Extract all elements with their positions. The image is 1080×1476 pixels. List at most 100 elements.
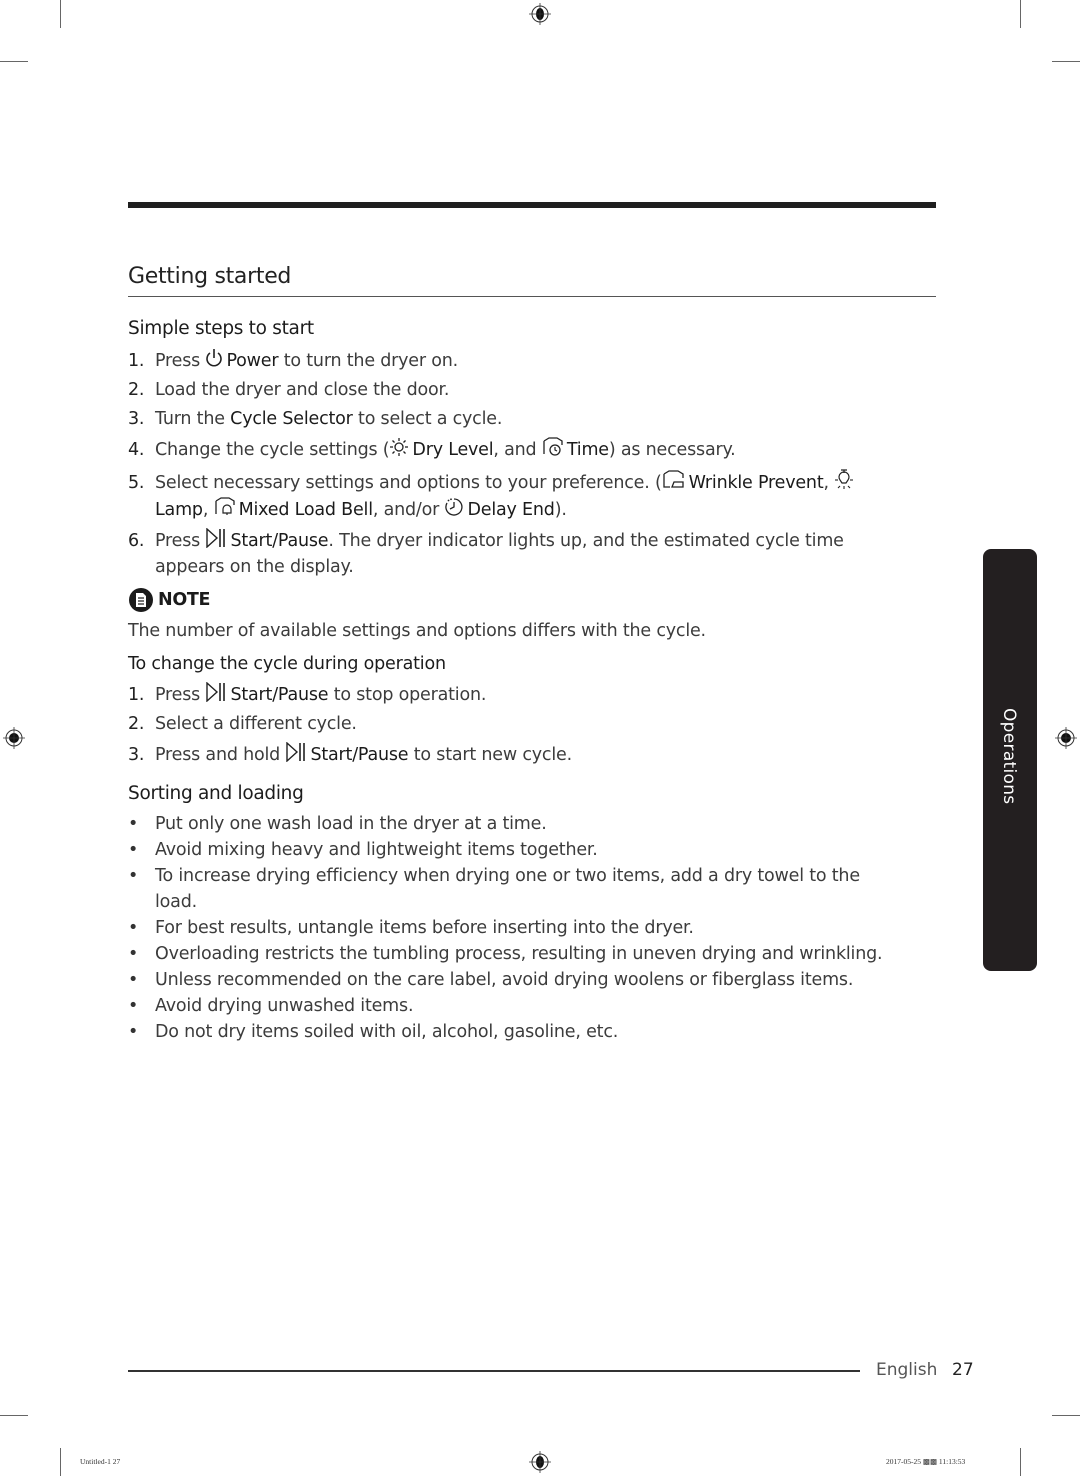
footer-language: English <box>876 1360 938 1380</box>
note-header: NOTE <box>128 587 211 613</box>
wrinkle-prevent-label: Wrinkle Prevent <box>688 473 824 493</box>
bullet-icon: • <box>128 918 139 938</box>
shirt-iron-icon <box>662 470 684 488</box>
step-text: . The dryer indicator lights up, and the… <box>328 531 844 551</box>
step-number: 2. <box>128 380 145 400</box>
sorting-bullet-continued: load. <box>155 892 197 912</box>
step-text: Select necessary settings and options to… <box>155 473 662 493</box>
step-text: Turn the <box>155 409 225 429</box>
bullet-icon: • <box>128 1022 139 1042</box>
sorting-bullet: • For best results, untangle items before… <box>128 915 694 941</box>
registration-mark-icon <box>1055 727 1077 749</box>
crop-mark <box>1052 1415 1080 1416</box>
step-text: Press and hold <box>155 745 281 765</box>
bullet-text: Do not dry items soiled with oil, alcoho… <box>155 1022 619 1042</box>
crop-mark <box>0 1415 28 1416</box>
step-3: 3. Turn the Cycle Selector to select a cy… <box>128 406 502 432</box>
bullet-text: Unless recommended on the care label, av… <box>155 970 854 990</box>
crop-mark <box>1020 1448 1021 1476</box>
crop-mark <box>60 0 61 28</box>
bullet-icon: • <box>128 814 139 834</box>
step-text: Select a different cycle. <box>155 714 357 734</box>
bullet-icon: • <box>128 970 139 990</box>
page-number: 27 <box>952 1360 974 1380</box>
note-label: NOTE <box>158 590 211 610</box>
step-text: , and <box>493 440 537 460</box>
power-label: Power <box>226 351 279 371</box>
footer-rule <box>128 1370 860 1372</box>
bullet-text: Avoid drying unwashed items. <box>155 996 414 1016</box>
sorting-bullet: • Overloading restricts the tumbling proc… <box>128 941 883 967</box>
title-divider <box>128 296 936 297</box>
time-label: Time <box>566 440 609 460</box>
sorting-heading: Sorting and loading <box>128 783 304 804</box>
start-pause-label: Start/Pause <box>230 531 329 551</box>
step-text: to turn the dryer on. <box>283 351 458 371</box>
step-text: to start new cycle. <box>413 745 572 765</box>
start-pause-label: Start/Pause <box>230 685 329 705</box>
lamp-icon <box>835 469 854 489</box>
dry-level-label: Dry Level <box>412 440 494 460</box>
bullet-text: Put only one wash load in the dryer at a… <box>155 814 547 834</box>
step-text: Load the dryer and close the door. <box>155 380 450 400</box>
step-number: 3. <box>128 745 145 765</box>
note-text: The number of available settings and opt… <box>128 621 706 641</box>
sorting-bullet: • Do not dry items soiled with oil, alcoh… <box>128 1019 618 1045</box>
lamp-label: Lamp <box>155 500 203 520</box>
note-icon <box>129 588 153 612</box>
separator: , <box>202 500 209 520</box>
side-tab-label: Operations <box>999 708 1019 805</box>
power-icon <box>206 349 223 367</box>
bullet-text: Avoid mixing heavy and lightweight items… <box>155 840 598 860</box>
step-number: 4. <box>128 440 145 460</box>
step-2: 2. Load the dryer and close the door. <box>128 377 449 403</box>
step-number: 5. <box>128 473 145 493</box>
registration-mark-icon <box>529 3 551 25</box>
step-text: , and/or <box>372 500 440 520</box>
step-number: 1. <box>128 685 145 705</box>
crop-mark <box>60 1448 61 1476</box>
separator: , <box>823 473 829 493</box>
step-text: ) as necessary. <box>608 440 736 460</box>
change-cycle-heading: To change the cycle during operation <box>128 654 446 674</box>
section-title: Getting started <box>128 264 292 289</box>
step-text: Change the cycle settings ( <box>155 440 390 460</box>
step-number: 1. <box>128 351 145 371</box>
step-number: 2. <box>128 714 145 734</box>
bullet-icon: • <box>128 866 139 886</box>
crop-mark <box>1020 0 1021 28</box>
bullet-icon: • <box>128 944 139 964</box>
step-5: 5. Select necessary settings and options … <box>128 468 857 496</box>
bullet-text: For best results, untangle items before … <box>155 918 694 938</box>
sorting-bullet: • To increase drying efficiency when dryi… <box>128 863 860 889</box>
print-slug-left: Untitled-1 27 <box>80 1457 121 1466</box>
bullet-text: Overloading restricts the tumbling proce… <box>155 944 883 964</box>
step-6: 6. Press Start/Pause. The dryer indicator… <box>128 528 844 554</box>
shirt-timer-icon <box>543 437 563 456</box>
step-number: 3. <box>128 409 145 429</box>
delay-end-label: Delay End <box>467 500 555 520</box>
bullet-icon: • <box>128 996 139 1016</box>
step-text: to stop operation. <box>333 685 487 705</box>
mixed-load-bell-label: Mixed Load Bell <box>238 500 373 520</box>
sorting-bullet: • Unless recommended on the care label, a… <box>128 967 853 993</box>
registration-mark-icon <box>529 1451 551 1473</box>
start-pause-icon <box>286 742 306 762</box>
step-number: 6. <box>128 531 145 551</box>
sorting-bullet: • Avoid mixing heavy and lightweight item… <box>128 837 598 863</box>
top-rule <box>128 202 936 208</box>
step-text: Press <box>155 685 201 705</box>
bullet-icon: • <box>128 840 139 860</box>
registration-mark-icon <box>3 727 25 749</box>
cycle-selector-label: Cycle Selector <box>230 409 353 429</box>
step-text: to select a cycle. <box>358 409 503 429</box>
sorting-bullet: • Avoid drying unwashed items. <box>128 993 414 1019</box>
start-pause-icon <box>206 682 226 702</box>
change-step-1: 1. Press Start/Pause to stop operation. <box>128 682 486 708</box>
sorting-bullet: • Put only one wash load in the dryer at … <box>128 811 547 837</box>
step-5-continued: Lamp, Mixed Load Bell, and/or Delay End)… <box>155 497 567 523</box>
step-1: 1. Press Power to turn the dryer on. <box>128 348 458 374</box>
step-6-continued: appears on the display. <box>155 557 354 577</box>
print-slug-right: 2017-05-25 ▩▩ 11:13:53 <box>886 1457 966 1466</box>
simple-steps-heading: Simple steps to start <box>128 318 314 339</box>
